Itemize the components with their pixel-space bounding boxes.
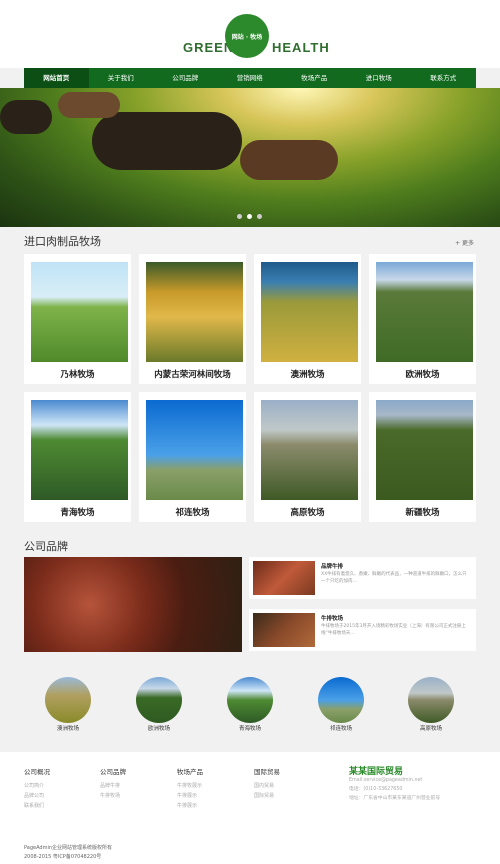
- nav-item-import[interactable]: 进口牧场: [347, 68, 412, 88]
- footer-link[interactable]: 牛排展示: [177, 791, 203, 801]
- slider-dot[interactable]: [257, 214, 262, 219]
- footer-contact-info: Email:service@pageadmin.net 电话：(0)10-336…: [349, 776, 440, 803]
- footer-column-title: 公司品牌: [100, 768, 126, 776]
- brand-list-item[interactable]: 品牌牛排 XX牛排有着悠久、香嫩、鲜嫩的代表品，一种道道牛排的鲜嫩口，怎么只一个…: [249, 557, 476, 599]
- nav-item-about[interactable]: 关于我们: [89, 68, 154, 88]
- ranch-caption: 内蒙古荣河林间牧场: [154, 370, 231, 380]
- circle-caption: 祁连牧场: [329, 726, 352, 732]
- footer-link[interactable]: 国内贸易: [254, 781, 280, 791]
- ranch-grid: 乃林牧场 内蒙古荣河林间牧场 澳洲牧场 欧洲牧场 青海牧场 祁连牧场 高原牧场 …: [24, 254, 476, 522]
- nav-item-brand[interactable]: 公司品牌: [153, 68, 218, 88]
- ranch-card[interactable]: 内蒙古荣河林间牧场: [139, 254, 246, 384]
- footer-column-title: 牧场产品: [177, 768, 203, 776]
- nav-item-network[interactable]: 营销网络: [218, 68, 283, 88]
- footer-email[interactable]: Email:service@pageadmin.net: [349, 776, 440, 785]
- footer-column: 公司品牌 品牌牛排 牛排牧场: [100, 766, 126, 801]
- footer: 公司概况 公司简介 品牌公司 联系我们 公司品牌 品牌牛排 牛排牧场 牧场产品 …: [0, 752, 500, 864]
- logo-text-right: HEALTH: [272, 40, 330, 55]
- footer-address: 地址：广东省中山市某东某道广州营业前号: [349, 796, 441, 801]
- ranch-photo: [146, 400, 243, 500]
- cow-silhouette: [92, 112, 242, 170]
- hero-banner[interactable]: [0, 88, 500, 227]
- ranch-caption: 高原牧场: [290, 508, 325, 518]
- footer-column: 公司概况 公司简介 品牌公司 联系我们: [24, 766, 50, 811]
- section-title-ranch: 进口肉制品牧场: [24, 235, 101, 248]
- footer-column: 牧场产品 牛排牧展示 牛排展示 牛排展示: [177, 766, 203, 811]
- circle-caption: 青海牧场: [238, 726, 261, 732]
- ranch-photo: [376, 400, 473, 500]
- brand-feature-image[interactable]: [24, 557, 242, 652]
- brand-thumb: [253, 613, 315, 647]
- slider-dots: [237, 214, 262, 219]
- footer-link[interactable]: 牛排展示: [177, 801, 203, 811]
- cow-silhouette: [0, 100, 52, 134]
- circle-thumb[interactable]: [408, 677, 454, 723]
- ranch-card[interactable]: 高原牧场: [254, 392, 361, 522]
- footer-link[interactable]: 国际贸易: [254, 791, 280, 801]
- circle-thumb[interactable]: [136, 677, 182, 723]
- ranch-card[interactable]: 澳洲牧场: [254, 254, 361, 384]
- circle-caption: 澳洲牧场: [56, 726, 79, 732]
- ranch-photo: [261, 400, 358, 500]
- ranch-caption: 青海牧场: [60, 508, 95, 518]
- more-link[interactable]: + 更多: [455, 238, 474, 247]
- circle-caption: 欧洲牧场: [147, 726, 170, 732]
- cow-silhouette: [58, 92, 120, 118]
- ranch-photo: [376, 262, 473, 362]
- ranch-photo: [31, 400, 128, 500]
- cow-silhouette: [240, 140, 338, 180]
- header: GREEN 网站 · 牧场 HEALTH: [0, 0, 500, 68]
- nav-item-products[interactable]: 牧场产品: [282, 68, 347, 88]
- brand-item-title: 牛排牧场: [321, 616, 344, 622]
- section-title-brand: 公司品牌: [24, 540, 68, 553]
- brand-item-title: 品牌牛排: [321, 564, 344, 570]
- circle-thumb[interactable]: [45, 677, 91, 723]
- circle-thumb[interactable]: [318, 677, 364, 723]
- icp-line[interactable]: 2008-2015 粤ICP备07048220号: [24, 853, 112, 862]
- footer-column: 国际贸易 国内贸易 国际贸易: [254, 766, 280, 801]
- ranch-caption: 祁连牧场: [175, 508, 210, 518]
- ranch-photo: [31, 262, 128, 362]
- nav-item-contact[interactable]: 联系方式: [411, 68, 476, 88]
- brand-thumb: [253, 561, 315, 595]
- ranch-card[interactable]: 欧洲牧场: [369, 254, 476, 384]
- footer-link[interactable]: 品牌牛排: [100, 781, 126, 791]
- footer-link[interactable]: 牛排牧展示: [177, 781, 203, 791]
- ranch-card[interactable]: 祁连牧场: [139, 392, 246, 522]
- ranch-caption: 乃林牧场: [60, 370, 95, 380]
- footer-column-title: 公司概况: [24, 768, 50, 776]
- footer-link[interactable]: 品牌公司: [24, 791, 50, 801]
- nav-item-home[interactable]: 网站首页: [24, 68, 89, 88]
- brand-item-desc: XX牛排有着悠久、香嫩、鲜嫩的代表品，一种道道牛排的鲜嫩口，怎么只一个只吃的加肉…: [321, 572, 467, 584]
- footer-copyright: PageAdmin企业网站管理系统版权所有 2008-2015 粤ICP备070…: [24, 844, 112, 862]
- ranch-card[interactable]: 青海牧场: [24, 392, 131, 522]
- circle-thumb[interactable]: [227, 677, 273, 723]
- brand-item-desc: 牛排牧场于2015年3月开入境精彩牧场实业（上海）有限公司正式注册上线“牛排牧场…: [321, 624, 466, 636]
- ranch-card[interactable]: 乃林牧场: [24, 254, 131, 384]
- circle-caption: 高原牧场: [419, 726, 442, 732]
- ranch-caption: 欧洲牧场: [405, 370, 440, 380]
- footer-link[interactable]: 牛排牧场: [100, 791, 126, 801]
- footer-column-title: 国际贸易: [254, 768, 280, 776]
- ranch-photo: [146, 262, 243, 362]
- footer-link[interactable]: 公司简介: [24, 781, 50, 791]
- logo-badge[interactable]: 网站 · 牧场: [225, 14, 269, 58]
- footer-link[interactable]: 联系我们: [24, 801, 50, 811]
- copyright-line: PageAdmin企业网站管理系统版权所有: [24, 845, 113, 851]
- ranch-card[interactable]: 新疆牧场: [369, 392, 476, 522]
- brand-list-item[interactable]: 牛排牧场 牛排牧场于2015年3月开入境精彩牧场实业（上海）有限公司正式注册上线…: [249, 609, 476, 651]
- logo-badge-text: 网站 · 牧场: [231, 33, 263, 41]
- ranch-caption: 新疆牧场: [405, 508, 440, 518]
- ranch-caption: 澳洲牧场: [290, 370, 325, 380]
- slider-dot-active[interactable]: [247, 214, 252, 219]
- footer-phone: 电话：(0)10-33627650: [349, 787, 403, 792]
- main-nav: 网站首页 关于我们 公司品牌 营销网络 牧场产品 进口牧场 联系方式: [24, 68, 476, 88]
- slider-dot[interactable]: [237, 214, 242, 219]
- ranch-photo: [261, 262, 358, 362]
